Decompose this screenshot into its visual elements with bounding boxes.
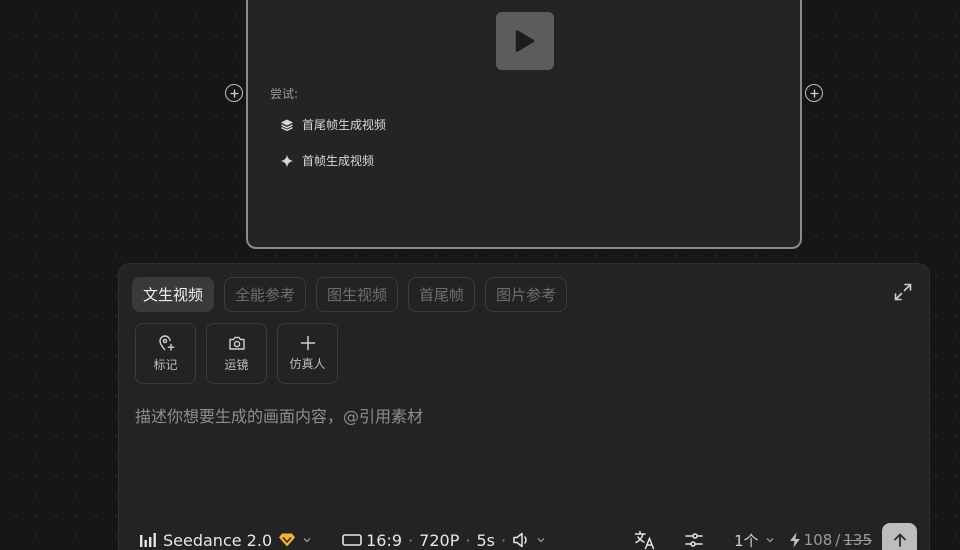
tab-first-last-frame[interactable]: 首尾帧 (408, 277, 476, 312)
prompt-input[interactable] (135, 403, 915, 513)
separator: · (465, 530, 471, 550)
sliders-icon (685, 533, 703, 547)
credits-cost: 108 (803, 531, 833, 549)
bottom-toolbar: Seedance 2.0 16:9 · 720P · 5s · 1个 108 /… (139, 522, 917, 550)
plus-icon (230, 89, 238, 97)
count-selector[interactable]: 1个 (734, 530, 775, 550)
diamond-badge-icon (279, 533, 296, 547)
plus-icon (810, 89, 818, 97)
speaker-icon (513, 532, 527, 548)
tab-text-to-video[interactable]: 文生视频 (132, 277, 215, 312)
camera-icon (228, 336, 245, 350)
lightning-icon (789, 532, 800, 548)
tool-label: 仿真人 (289, 357, 326, 371)
model-selector[interactable]: Seedance 2.0 (139, 531, 312, 550)
aspect-ratio-icon (342, 534, 362, 546)
tool-label: 标记 (153, 358, 178, 372)
expand-icon (894, 283, 912, 301)
credits-slash: / (835, 531, 841, 549)
map-pin-plus-icon (158, 335, 174, 351)
resolution-value: 720P (419, 530, 460, 550)
chevron-down-icon (766, 538, 774, 543)
bars-icon (140, 533, 156, 547)
tool-row: 标记 运镜 仿真人 (135, 323, 338, 384)
tool-mark-button[interactable]: 标记 (135, 323, 196, 384)
send-button[interactable] (882, 522, 917, 550)
tool-camera-move-button[interactable]: 运镜 (206, 323, 267, 384)
tab-all-reference[interactable]: 全能参考 (224, 277, 307, 312)
duration-value: 5s (476, 530, 495, 550)
mode-tabs: 文生视频 全能参考 图生视频 首尾帧 图片参考 (132, 277, 568, 312)
suggestion-label: 首尾帧生成视频 (302, 118, 387, 132)
separator: · (408, 530, 414, 550)
arrow-up-icon (893, 533, 906, 547)
composer-panel: 文生视频 全能参考 图生视频 首尾帧 图片参考 标记 运镜 仿真人 描述你想要生… (118, 263, 930, 550)
chevron-down-icon (303, 538, 311, 543)
separator: · (500, 530, 507, 550)
chevron-down-icon (537, 538, 545, 543)
play-icon (515, 30, 535, 52)
adjust-settings-button[interactable] (684, 531, 704, 549)
count-value: 1个 (734, 531, 759, 550)
suggestion-label: 首帧生成视频 (302, 154, 375, 168)
add-node-right-button[interactable] (805, 84, 823, 102)
video-node-card[interactable]: 尝试: 首尾帧生成视频 首帧生成视频 (246, 0, 802, 249)
video-settings-selector[interactable]: 16:9 · 720P · 5s · (342, 531, 546, 550)
sparkle-icon (280, 154, 294, 167)
play-button[interactable] (496, 12, 554, 70)
translate-button[interactable] (634, 530, 656, 550)
try-label: 尝试: (270, 87, 299, 101)
credits-display: 108 / 135 (789, 531, 872, 549)
tab-image-reference[interactable]: 图片参考 (485, 277, 568, 312)
model-name: Seedance 2.0 (163, 530, 273, 550)
translate-icon (634, 530, 655, 550)
add-node-left-button[interactable] (225, 84, 243, 102)
tab-image-to-video[interactable]: 图生视频 (316, 277, 399, 312)
suggestion-first-frame[interactable]: 首帧生成视频 (280, 152, 374, 169)
layers-icon (281, 119, 293, 131)
plus-icon (300, 335, 315, 351)
expand-button[interactable] (893, 282, 913, 302)
tool-realistic-human-button[interactable]: 仿真人 (277, 323, 338, 384)
ratio-value: 16:9 (366, 530, 403, 550)
tool-label: 运镜 (224, 358, 249, 372)
credits-original: 135 (843, 531, 872, 549)
suggestion-first-last-frame[interactable]: 首尾帧生成视频 (280, 116, 386, 133)
